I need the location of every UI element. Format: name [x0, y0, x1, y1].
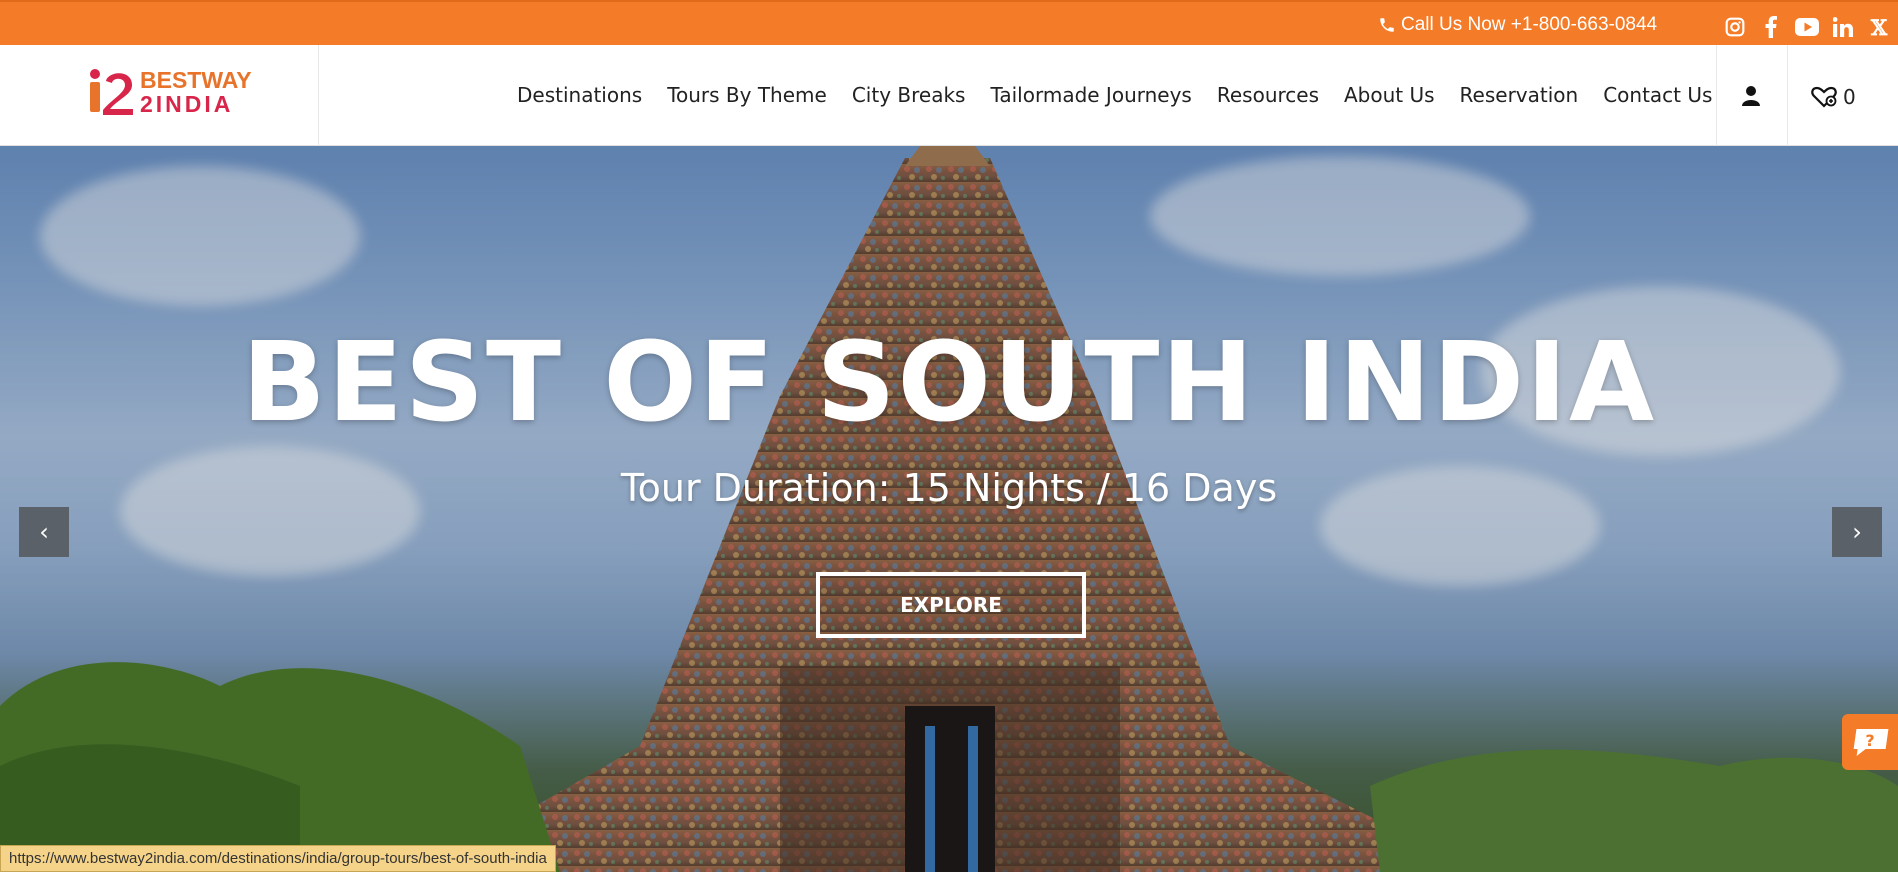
top-bar: Call Us Now +1-800-663-0844 𝕏 — [0, 0, 1898, 45]
logo[interactable]: BESTWAY 2INDIA — [86, 65, 256, 119]
svg-text:?: ? — [1865, 731, 1874, 750]
nav-destinations[interactable]: Destinations — [517, 83, 642, 107]
hero-subtitle: Tour Duration: 15 Nights / 16 Days — [620, 466, 1278, 510]
nav-about-us[interactable]: About Us — [1344, 83, 1435, 107]
main-nav: Destinations Tours By Theme City Breaks … — [517, 83, 1737, 107]
hero-title: BEST OF SOUTH INDIA — [241, 318, 1657, 446]
hero-slider: BEST OF SOUTH INDIA Tour Duration: 15 Ni… — [0, 146, 1898, 872]
user-icon[interactable] — [1741, 85, 1761, 107]
logo-mark-icon — [90, 69, 133, 115]
phone-icon — [1380, 18, 1394, 32]
linkedin-icon[interactable] — [1830, 14, 1856, 40]
nav-resources[interactable]: Resources — [1217, 83, 1319, 107]
divider — [318, 45, 319, 146]
x-icon[interactable]: 𝕏 — [1866, 14, 1892, 40]
prev-slide-button[interactable]: ‹ — [19, 507, 69, 557]
logo-text-line2: 2INDIA — [140, 91, 234, 117]
site-header: BESTWAY 2INDIA Destinations Tours By The… — [0, 45, 1898, 146]
divider — [1787, 45, 1788, 146]
facebook-icon[interactable] — [1758, 14, 1784, 40]
youtube-icon[interactable] — [1794, 14, 1820, 40]
nav-city-breaks[interactable]: City Breaks — [852, 83, 966, 107]
nav-reservation[interactable]: Reservation — [1460, 83, 1579, 107]
wishlist-button[interactable]: 0 — [1811, 85, 1856, 109]
call-us-text: Call Us Now +1-800-663-0844 — [1401, 14, 1658, 35]
status-bar-url: https://www.bestway2india.com/destinatio… — [0, 845, 556, 872]
instagram-icon[interactable] — [1722, 14, 1748, 40]
heart-icon — [1811, 86, 1837, 108]
help-chat-button[interactable]: ? — [1842, 714, 1898, 770]
wishlist-count: 0 — [1843, 85, 1856, 109]
social-links: 𝕏 — [1722, 14, 1892, 40]
logo-text-line1: BESTWAY — [140, 67, 252, 93]
call-us-link[interactable]: Call Us Now +1-800-663-0844 — [1378, 13, 1657, 37]
next-slide-button[interactable]: › — [1832, 507, 1882, 557]
explore-button[interactable]: EXPLORE — [816, 572, 1086, 638]
nav-tailormade-journeys[interactable]: Tailormade Journeys — [990, 83, 1191, 107]
chat-question-icon: ? — [1853, 729, 1889, 756]
divider — [1716, 45, 1717, 146]
nav-tours-by-theme[interactable]: Tours By Theme — [667, 83, 827, 107]
nav-contact-us[interactable]: Contact Us — [1603, 83, 1712, 107]
